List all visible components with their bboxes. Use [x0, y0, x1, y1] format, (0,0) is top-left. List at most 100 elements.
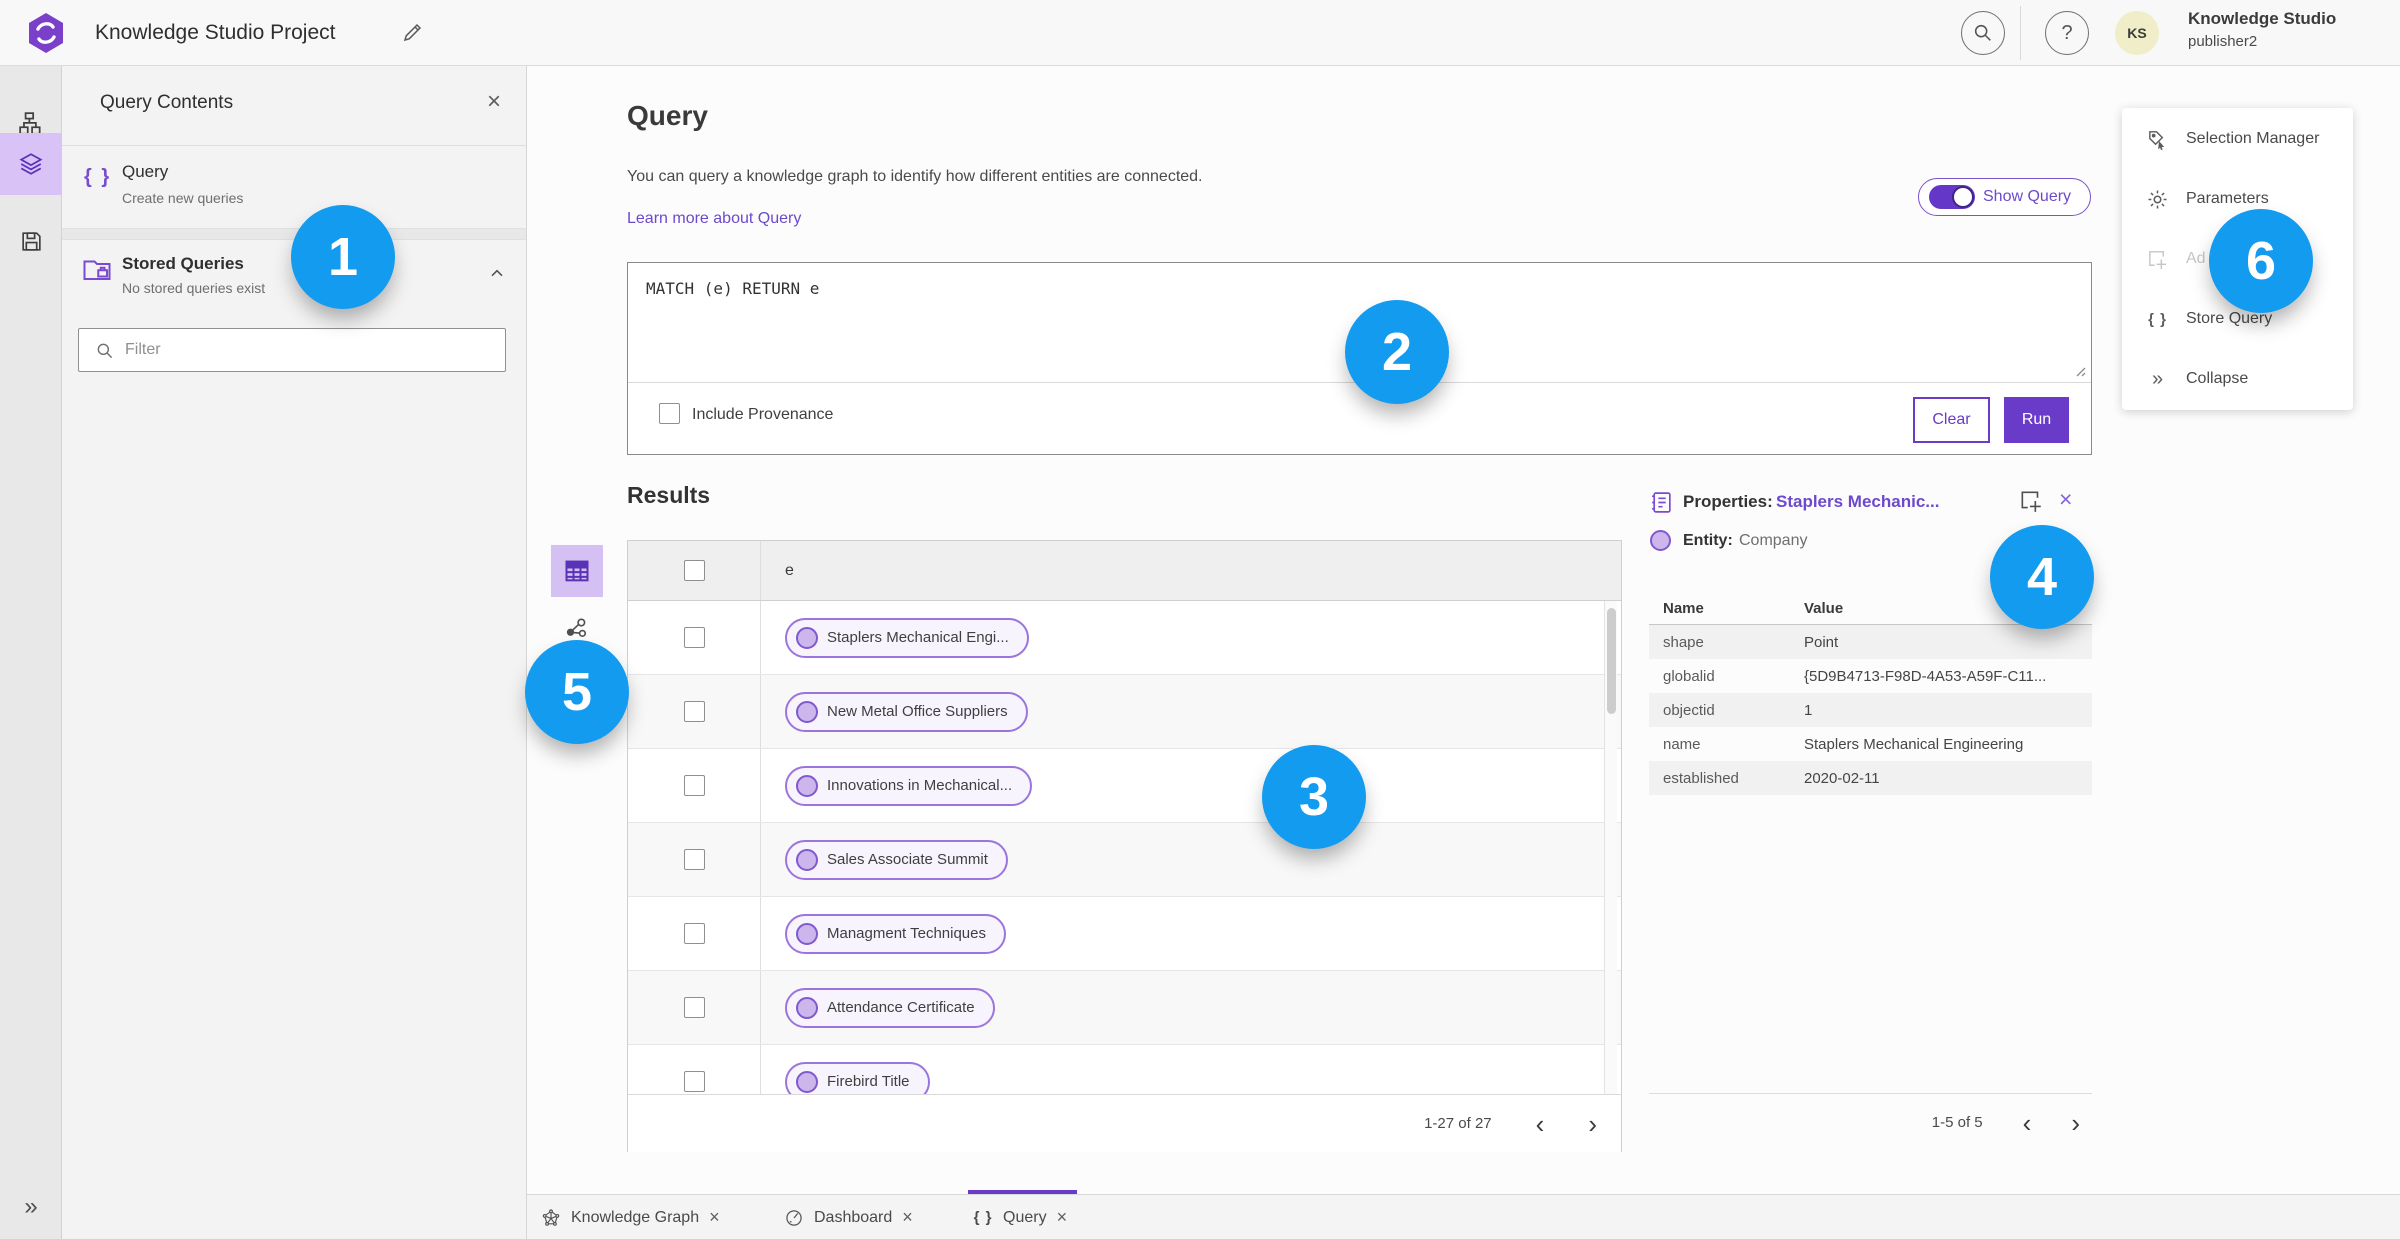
next-page-icon[interactable]: › [1588, 1111, 1597, 1137]
row-checkbox[interactable] [683, 627, 705, 648]
query-item-subtitle: Create new queries [122, 190, 244, 206]
table-row: Firebird Title [628, 1045, 1621, 1094]
results-table: e Staplers Mechanical Engi... New Metal … [627, 540, 1622, 1152]
tab-dashboard[interactable]: Dashboard × [784, 1195, 913, 1239]
prev-page-icon[interactable]: ‹ [1536, 1111, 1545, 1137]
menu-item-label: Ad [2186, 250, 2206, 267]
expand-strip-button[interactable]: » [0, 1193, 62, 1221]
col-name-header: Name [1663, 599, 1704, 617]
entity-dot-icon [796, 996, 818, 1019]
edit-title-icon[interactable] [400, 21, 424, 45]
close-icon[interactable]: × [709, 1207, 720, 1228]
panel-close-icon[interactable]: × [487, 88, 501, 116]
sidebar-item-layers-selected[interactable] [0, 133, 62, 195]
row-checkbox[interactable] [683, 701, 705, 722]
select-all-checkbox[interactable] [683, 560, 705, 581]
callout-3: 3 [1262, 745, 1366, 849]
show-query-label: Show Query [1983, 188, 2072, 205]
run-button[interactable]: Run [2004, 397, 2069, 443]
properties-entity-link[interactable]: Staplers Mechanic... [1776, 492, 1939, 512]
entity-pill[interactable]: Innovations in Mechanical... [785, 765, 1033, 806]
topbar-divider [2020, 6, 2021, 60]
next-page-icon[interactable]: › [2071, 1110, 2080, 1136]
double-chevron-icon: » [2151, 367, 2164, 390]
gear-icon [2146, 188, 2169, 211]
learn-more-link[interactable]: Learn more about Query [627, 210, 801, 228]
property-value: Staplers Mechanical Engineering [1804, 735, 2024, 753]
results-table-header: e [628, 541, 1621, 601]
clear-button[interactable]: Clear [1913, 397, 1990, 443]
table-view-icon [565, 560, 589, 582]
entity-label: Attendance Certificate [827, 999, 975, 1016]
entity-dot-icon [796, 848, 818, 871]
panel-header: Query Contents × [62, 66, 526, 146]
row-checkbox[interactable] [683, 1071, 705, 1092]
bottom-tab-bar: Knowledge Graph × Dashboard × { } Query … [527, 1194, 2400, 1239]
entity-label: Sales Associate Summit [827, 851, 988, 868]
entity-dot-icon [796, 774, 818, 797]
properties-pagination: 1-5 of 5 ‹ › [1649, 1093, 2092, 1151]
entity-pill[interactable]: Staplers Mechanical Engi... [785, 617, 1029, 658]
property-value: 1 [1804, 701, 1813, 719]
close-icon[interactable]: × [902, 1207, 913, 1228]
entity-pill[interactable]: New Metal Office Suppliers [785, 691, 1028, 732]
show-query-toggle[interactable] [1929, 185, 1975, 209]
table-row: Staplers Mechanical Engi... [628, 601, 1621, 675]
entity-dot-icon [796, 626, 818, 649]
add-to-new-window-icon[interactable] [2018, 488, 2044, 514]
property-row: globalid {5D9B4713-F98D-4A53-A59F-C11... [1649, 659, 2092, 693]
results-pagination: 1-27 of 27 ‹ › [628, 1094, 1621, 1152]
filter-input[interactable] [125, 329, 495, 371]
knowledge-studio-app: Knowledge Studio Project ? KS Knowledge … [0, 0, 2400, 1239]
entity-label: Managment Techniques [827, 925, 986, 942]
query-text-input[interactable]: MATCH (e) RETURN e [646, 279, 819, 298]
stored-queries-title: Stored Queries [122, 254, 244, 273]
braces-icon: { } [2148, 310, 2167, 328]
sidebar-item-save[interactable] [0, 210, 62, 272]
braces-icon: { } [973, 1209, 993, 1226]
callout-5: 5 [525, 640, 629, 744]
table-row: Managment Techniques [628, 897, 1621, 971]
include-provenance-checkbox[interactable] [659, 403, 680, 424]
property-value: 2020-02-11 [1804, 769, 1880, 787]
row-checkbox[interactable] [683, 849, 705, 870]
help-icon: ? [2061, 21, 2073, 44]
search-button[interactable] [1961, 11, 2005, 55]
scrollbar-thumb[interactable] [1607, 608, 1616, 714]
properties-pagination-text: 1-5 of 5 [1931, 1114, 1983, 1131]
property-row: established 2020-02-11 [1649, 761, 2092, 795]
toggle-knob [1952, 186, 1974, 208]
results-pagination-text: 1-27 of 27 [1424, 1115, 1492, 1132]
entity-pill[interactable]: Attendance Certificate [785, 987, 995, 1028]
help-button[interactable]: ? [2045, 11, 2089, 55]
resize-grip-icon[interactable] [2072, 363, 2086, 377]
show-query-toggle-button[interactable]: Show Query [1918, 178, 2091, 216]
row-checkbox[interactable] [683, 997, 705, 1018]
menu-item-collapse[interactable]: » Collapse [2122, 349, 2353, 409]
include-provenance-label: Include Provenance [692, 406, 834, 423]
properties-close-icon[interactable]: × [2059, 486, 2072, 513]
entity-dot-icon [796, 922, 818, 945]
entity-pill[interactable]: Firebird Title [785, 1061, 930, 1094]
table-view-button[interactable] [551, 545, 603, 597]
row-checkbox[interactable] [683, 923, 705, 944]
user-role: publisher2 [2188, 33, 2258, 50]
chevron-up-icon[interactable] [487, 264, 507, 284]
app-logo-icon[interactable] [27, 12, 65, 54]
entity-label: Staplers Mechanical Engi... [827, 629, 1009, 646]
entity-label: Innovations in Mechanical... [827, 777, 1013, 794]
entity-label: Entity: [1683, 532, 1733, 549]
filter-search-icon [97, 343, 113, 359]
entity-pill[interactable]: Managment Techniques [785, 913, 1006, 954]
results-scrollbar[interactable] [1604, 601, 1617, 1094]
entity-pill[interactable]: Sales Associate Summit [785, 839, 1008, 880]
link-chart-icon [566, 618, 587, 637]
row-checkbox[interactable] [683, 775, 705, 796]
add-to-new-window-icon [2146, 248, 2169, 271]
close-icon[interactable]: × [1057, 1207, 1068, 1228]
menu-item-selection-manager[interactable]: Selection Manager [2122, 109, 2353, 169]
user-avatar[interactable]: KS [2115, 11, 2159, 55]
prev-page-icon[interactable]: ‹ [2023, 1110, 2032, 1136]
tab-query-active[interactable]: { } Query × [973, 1195, 1068, 1239]
tab-knowledge-graph[interactable]: Knowledge Graph × [541, 1195, 720, 1239]
